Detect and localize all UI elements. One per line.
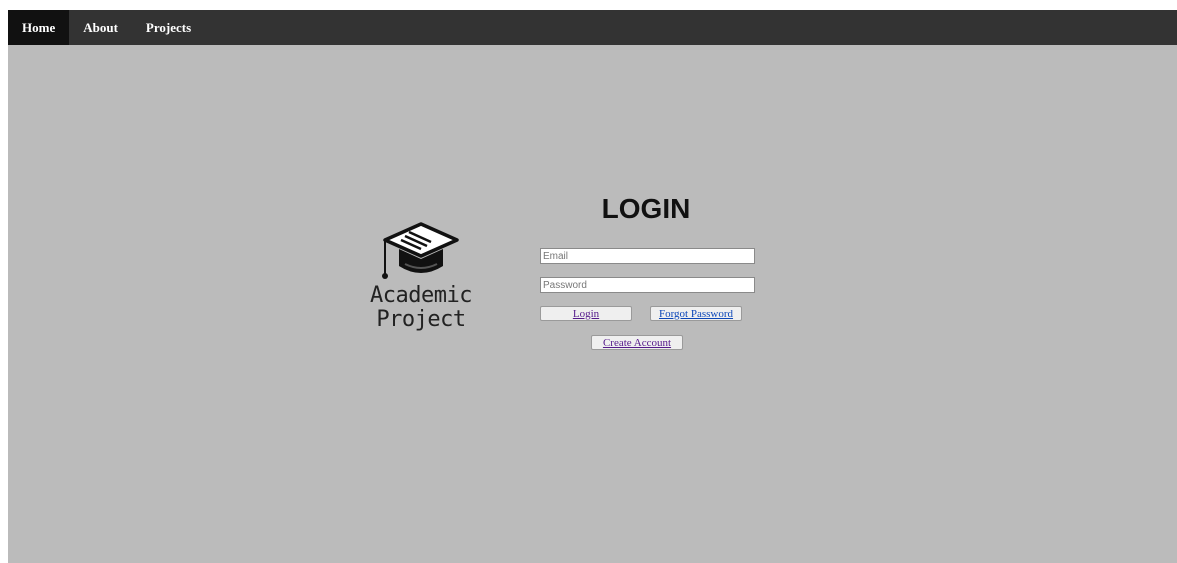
page-frame: Home About Projects Academic Project LOG… [8, 10, 1177, 563]
graduation-cap-icon [382, 222, 459, 279]
logo-text-line1: Academic [370, 283, 472, 308]
logo: Academic Project [366, 222, 476, 332]
password-field[interactable] [540, 277, 755, 293]
nav-projects[interactable]: Projects [132, 10, 205, 45]
top-navbar: Home About Projects [8, 10, 1177, 45]
email-field[interactable] [540, 248, 755, 264]
login-button[interactable]: Login [540, 306, 632, 321]
login-title: LOGIN [601, 193, 691, 224]
nav-about[interactable]: About [69, 10, 132, 45]
nav-home[interactable]: Home [8, 10, 70, 45]
forgot-password-button[interactable]: Forgot Password [650, 306, 742, 321]
logo-text-line2: Project [376, 307, 466, 332]
create-account-button[interactable]: Create Account [591, 335, 683, 350]
